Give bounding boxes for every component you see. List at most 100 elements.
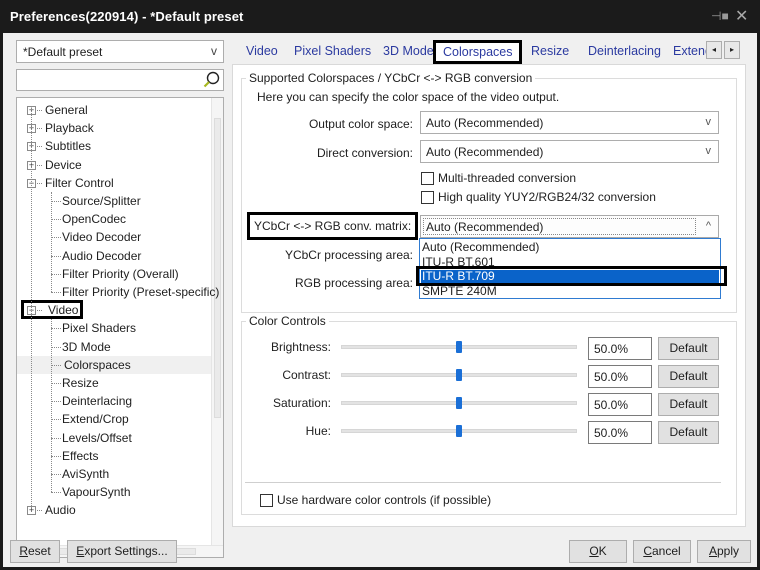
- group-title: Supported Colorspaces / YCbCr <-> RGB co…: [246, 71, 536, 85]
- tree-item-playback[interactable]: + Playback: [17, 119, 211, 137]
- multithreaded-checkbox[interactable]: [421, 172, 434, 185]
- tree-item-extend-crop[interactable]: Extend/Crop: [17, 410, 211, 428]
- hue-slider-thumb[interactable]: [456, 425, 462, 437]
- tree-item-label: Device: [45, 157, 82, 172]
- tree-item-subtitles[interactable]: + Subtitles: [17, 137, 211, 155]
- button-label: K: [598, 544, 607, 558]
- brightness-value-input[interactable]: 50.0%: [588, 337, 652, 360]
- tree-connector: [31, 108, 32, 508]
- hardware-controls-checkbox[interactable]: [260, 494, 273, 507]
- tree-item-opencodec[interactable]: OpenCodec: [17, 210, 211, 228]
- apply-button[interactable]: Apply: [697, 540, 751, 563]
- tab-3d-mode[interactable]: 3D Mode: [383, 40, 434, 64]
- ok-button[interactable]: OK: [569, 540, 627, 563]
- tree-item-avisynth[interactable]: AviSynth: [17, 465, 211, 483]
- tree-vertical-scrollbar[interactable]: [211, 98, 223, 545]
- dropdown-option[interactable]: Auto (Recommended): [421, 241, 719, 254]
- output-color-space-select[interactable]: Auto (Recommended) v: [420, 111, 719, 134]
- tree-item-levels-offset[interactable]: Levels/Offset: [17, 429, 211, 447]
- tree-connector: [51, 346, 61, 348]
- tree-connector: [51, 219, 61, 221]
- tree-item-general[interactable]: + General: [17, 101, 211, 119]
- brightness-label: Brightness:: [270, 340, 331, 354]
- tree-item-source-splitter[interactable]: Source/Splitter: [17, 192, 211, 210]
- settings-tree[interactable]: + General + Playback + Subtitles + Device − Filte…: [16, 97, 224, 558]
- matrix-label: YCbCr <-> RGB conv. matrix:: [254, 219, 412, 233]
- high-quality-checkbox[interactable]: [421, 191, 434, 204]
- tab-scroll-right-button[interactable]: ▸: [724, 41, 740, 59]
- tree-connector: [51, 201, 61, 202]
- tree-connector: [37, 164, 42, 166]
- brightness-default-button[interactable]: Default: [658, 337, 719, 360]
- button-label: ancel: [651, 544, 681, 558]
- tree-item-label: Resize: [62, 376, 99, 390]
- tab-deinterlacing[interactable]: Deinterlacing: [588, 40, 661, 64]
- tree-connector: [51, 273, 61, 275]
- direct-conversion-select[interactable]: Auto (Recommended) v: [420, 140, 719, 163]
- tree-item-effects[interactable]: Effects: [17, 447, 211, 465]
- tree-connector: [51, 383, 61, 384]
- tab-pixel-shaders[interactable]: Pixel Shaders: [294, 40, 371, 64]
- tree-item-filter-priority-preset-specific-[interactable]: Filter Priority (Preset-specific): [17, 283, 219, 301]
- matrix-select[interactable]: Auto (Recommended) ^: [420, 215, 719, 238]
- search-input[interactable]: [16, 69, 224, 91]
- reset-button[interactable]: Reset: [10, 540, 60, 563]
- tree-item-label: Subtitles: [45, 139, 92, 154]
- contrast-value-input[interactable]: 50.0%: [588, 365, 652, 388]
- button-label-mnemonic: O: [589, 544, 599, 558]
- search-icon[interactable]: [202, 71, 220, 89]
- preset-select-value: *Default preset: [23, 45, 103, 59]
- tree-item-device[interactable]: + Device: [17, 156, 211, 174]
- arrow-left-icon: ◂: [711, 45, 716, 54]
- button-label-mnemonic: C: [643, 544, 652, 558]
- tree-item-deinterlacing[interactable]: Deinterlacing: [17, 392, 211, 410]
- tab-video[interactable]: Video: [246, 40, 278, 64]
- tab-scroll-left-button[interactable]: ◂: [706, 41, 722, 59]
- tree-connector: [51, 237, 61, 239]
- tree-connector: [51, 192, 52, 292]
- contrast-slider-thumb[interactable]: [456, 369, 462, 381]
- pin-icon[interactable]: ⊣■: [711, 9, 729, 23]
- brightness-slider-thumb[interactable]: [456, 341, 462, 353]
- saturation-slider-thumb[interactable]: [456, 397, 462, 409]
- tree-item-label: OpenCodec: [62, 212, 127, 227]
- tree-item-filter-priority-overall-[interactable]: Filter Priority (Overall): [17, 265, 211, 283]
- button-label: xport Settings...: [84, 544, 168, 558]
- tree-item-filter-control[interactable]: − Filter Control: [17, 174, 211, 192]
- tree-item-vapoursynth[interactable]: VapourSynth: [17, 483, 211, 501]
- tree-item-label: Audio: [45, 503, 76, 518]
- close-icon[interactable]: ✕: [735, 6, 748, 26]
- tab-resize[interactable]: Resize: [531, 40, 569, 64]
- scrollbar-thumb[interactable]: [214, 118, 221, 418]
- tree-item-label: Filter Priority (Preset-specific): [62, 285, 220, 299]
- tree-item-label: Effects: [62, 448, 99, 463]
- tree-item-video-decoder[interactable]: Video Decoder: [17, 228, 211, 246]
- cancel-button[interactable]: Cancel: [633, 540, 691, 563]
- contrast-default-button[interactable]: Default: [658, 365, 719, 388]
- colorspaces-page: Supported Colorspaces / YCbCr <-> RGB co…: [232, 64, 746, 527]
- button-label: eset: [27, 544, 51, 558]
- preset-select[interactable]: *Default preset v: [16, 40, 224, 63]
- output-color-space-label: Output color space:: [308, 117, 413, 131]
- hue-default-button[interactable]: Default: [658, 421, 719, 444]
- button-label: pply: [717, 544, 740, 558]
- export-settings-button[interactable]: Export Settings...: [67, 540, 177, 563]
- chevron-up-icon: ^: [705, 220, 711, 232]
- tree-connector: [51, 255, 61, 257]
- chevron-down-icon: v: [705, 116, 712, 128]
- tab-colorspaces[interactable]: Colorspaces: [433, 40, 523, 64]
- tree-item-label: Pixel Shaders: [62, 321, 137, 336]
- tree-item-video[interactable]: − Video: [17, 300, 211, 320]
- tree-item-resize[interactable]: Resize: [17, 374, 211, 392]
- hue-value-input[interactable]: 50.0%: [588, 421, 652, 444]
- saturation-value-input[interactable]: 50.0%: [588, 393, 652, 416]
- tree-item-label: Filter Priority (Overall): [62, 266, 179, 281]
- tree-item-3d-mode[interactable]: 3D Mode: [17, 338, 211, 356]
- tree-item-audio-decoder[interactable]: Audio Decoder: [17, 247, 211, 265]
- saturation-default-button[interactable]: Default: [658, 393, 719, 416]
- tree-item-pixel-shaders[interactable]: Pixel Shaders: [17, 319, 211, 337]
- dropdown-option[interactable]: SMPTE 240M: [421, 284, 719, 298]
- tree-item-colorspaces[interactable]: Colorspaces: [17, 355, 211, 374]
- tree-item-audio[interactable]: + Audio: [17, 501, 211, 519]
- button-label-mnemonic: A: [708, 544, 717, 558]
